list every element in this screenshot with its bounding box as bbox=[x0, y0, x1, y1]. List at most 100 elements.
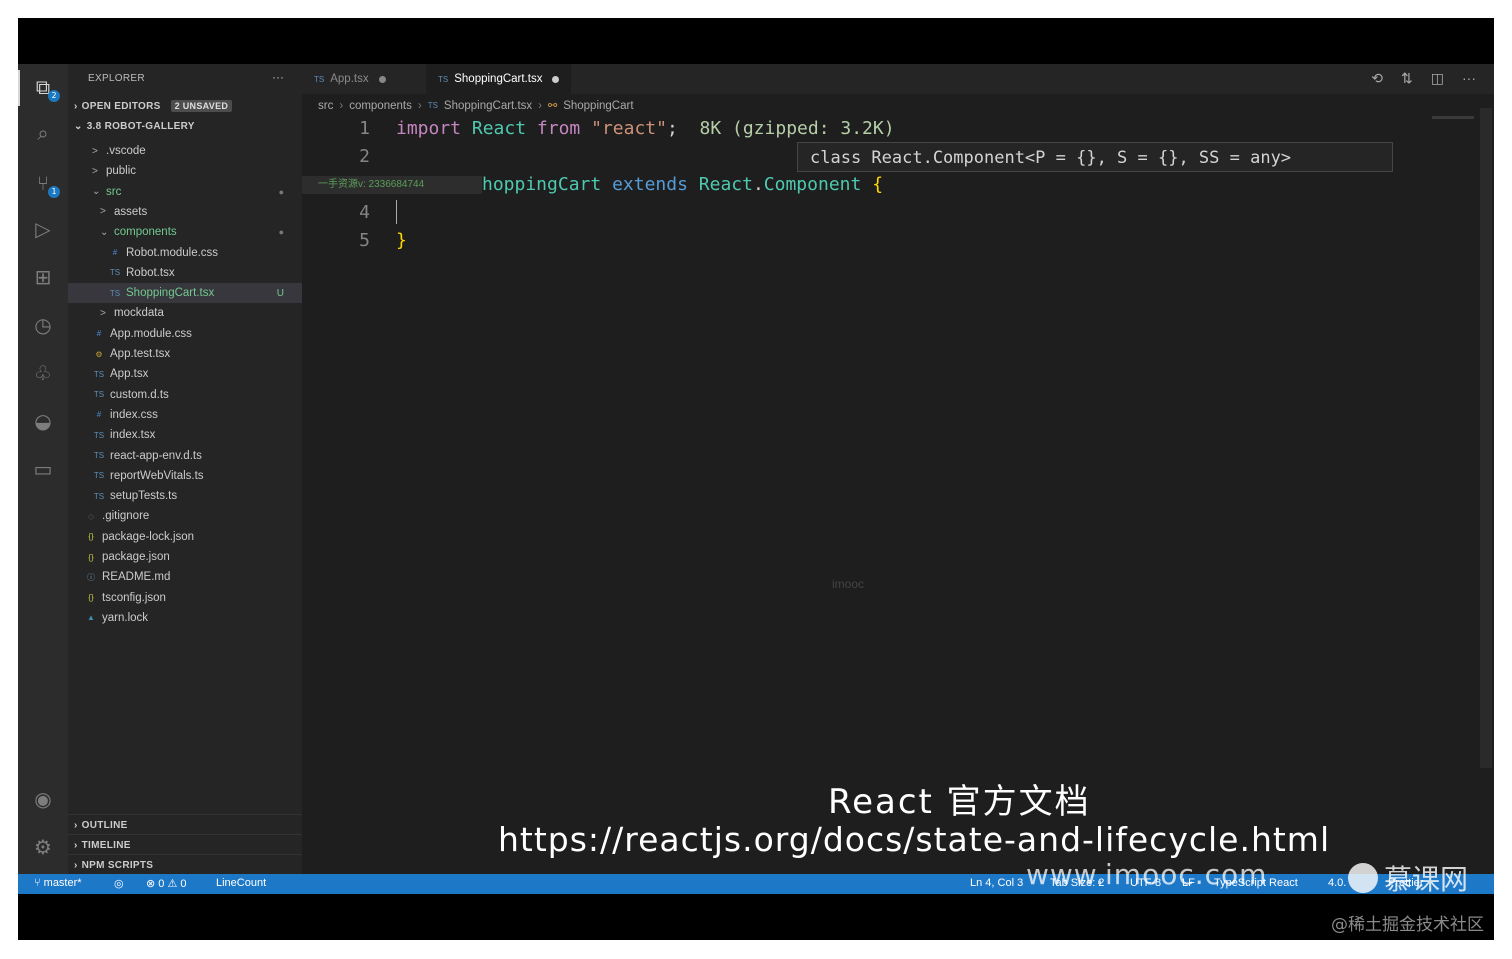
open-editors-section[interactable]: › OPEN EDITORS 2 UNSAVED bbox=[74, 100, 233, 112]
extensions-icon[interactable]: ⊞ bbox=[28, 262, 58, 292]
file-item[interactable]: TS App.tsx bbox=[68, 364, 302, 384]
json-file-icon: {} bbox=[88, 532, 94, 542]
line-number: 5 bbox=[359, 230, 370, 251]
chevron-right-icon: › bbox=[74, 839, 78, 851]
file-item[interactable]: TS Robot.tsx bbox=[68, 263, 302, 283]
tree-item-label: package-lock.json bbox=[102, 530, 195, 543]
import-cost-annotation: 8K (gzipped: 3.2K) bbox=[699, 118, 895, 139]
file-item[interactable]: TS react-app-env.d.ts bbox=[68, 446, 302, 466]
folder-item[interactable]: > mockdata bbox=[68, 303, 302, 323]
unsaved-dot-icon[interactable] bbox=[552, 75, 560, 83]
test-file-icon: ⚙ bbox=[95, 349, 103, 359]
more-actions-icon[interactable]: ··· bbox=[272, 70, 284, 84]
file-item[interactable]: ◇ .gitignore bbox=[68, 506, 302, 526]
code-line-1[interactable]: import React from "react"; 8K (gzipped: … bbox=[396, 118, 895, 139]
file-item[interactable]: {} tsconfig.json bbox=[68, 588, 302, 608]
tree-item-label: components bbox=[114, 226, 177, 239]
file-item[interactable]: ⚙ App.test.tsx bbox=[68, 344, 302, 364]
timeline-icon[interactable]: ◷ bbox=[28, 310, 58, 340]
keyword-from: from bbox=[536, 118, 581, 139]
logo-mark-icon bbox=[1348, 863, 1378, 893]
breadcrumb-src[interactable]: src bbox=[318, 100, 333, 112]
folder-item[interactable]: > public bbox=[68, 161, 302, 181]
folder-item[interactable]: ⌄ components ● bbox=[68, 222, 302, 242]
docker-icon[interactable]: ◒ bbox=[28, 406, 58, 436]
tab-shoppingcart-tsx[interactable]: TS ShoppingCart.tsx bbox=[426, 64, 572, 94]
source-control-icon[interactable]: ⑂ 1 bbox=[28, 168, 60, 198]
project-section[interactable]: ⌄ 3.8 ROBOT-GALLERY bbox=[74, 121, 195, 132]
account-icon[interactable]: ◉ bbox=[28, 784, 58, 814]
tree-item-label: mockdata bbox=[114, 307, 164, 320]
notebook-icon[interactable]: ▭ bbox=[28, 454, 58, 484]
file-item[interactable]: TS custom.d.ts bbox=[68, 385, 302, 405]
minimap[interactable] bbox=[1432, 116, 1474, 119]
file-item[interactable]: ▲ yarn.lock bbox=[68, 608, 302, 628]
identifier-react: React bbox=[698, 174, 753, 195]
ts-file-icon: TS bbox=[93, 430, 105, 440]
ts-version-status[interactable]: 4.0. bbox=[1328, 877, 1346, 889]
code-line-3[interactable]: hoppingCart extends React.Component { bbox=[482, 174, 883, 195]
split-editor-icon[interactable]: ◫ bbox=[1431, 70, 1444, 87]
keyword-import: import bbox=[396, 118, 462, 139]
folder-item[interactable]: > .vscode bbox=[68, 141, 302, 161]
settings-gear-icon[interactable]: ⚙ bbox=[28, 832, 58, 862]
file-item[interactable]: TS reportWebVitals.ts bbox=[68, 466, 302, 486]
cursor-position[interactable]: Ln 4, Col 3 bbox=[970, 877, 1023, 889]
tree-icon[interactable]: ♧ bbox=[28, 358, 58, 388]
file-item[interactable]: TS ShoppingCart.tsx U bbox=[68, 283, 302, 304]
npm-scripts-section[interactable]: › NPM SCRIPTS bbox=[68, 854, 302, 875]
unsaved-dot-icon[interactable] bbox=[378, 75, 386, 83]
explorer-icon[interactable]: ⧉ 2 bbox=[28, 72, 60, 102]
file-item[interactable]: {} package-lock.json bbox=[68, 527, 302, 547]
modified-dot-icon: ● bbox=[278, 227, 284, 238]
file-item[interactable]: # index.css bbox=[68, 405, 302, 425]
more-actions-icon[interactable]: ··· bbox=[1462, 70, 1476, 87]
breadcrumb-file[interactable]: ShoppingCart.tsx bbox=[444, 100, 532, 112]
sync-icon[interactable]: ◎ bbox=[114, 877, 124, 890]
compare-changes-icon[interactable]: ⇅ bbox=[1401, 70, 1413, 87]
folder-item[interactable]: ⌄ src ● bbox=[68, 182, 302, 202]
file-item[interactable]: {} package.json bbox=[68, 547, 302, 567]
file-item[interactable]: # App.module.css bbox=[68, 324, 302, 344]
errors-count: ⊗ 0 bbox=[146, 878, 165, 890]
file-item[interactable]: ⓘ README.md bbox=[68, 567, 302, 587]
typescript-file-icon: TS bbox=[427, 101, 438, 110]
json-file-icon: {} bbox=[88, 552, 94, 562]
chevron-right-icon: › bbox=[538, 99, 542, 112]
chevron-right-icon: › bbox=[74, 819, 78, 831]
file-item[interactable]: TS setupTests.ts bbox=[68, 486, 302, 506]
ts-file-icon: TS bbox=[109, 288, 121, 298]
typescript-file-icon: TS bbox=[314, 74, 325, 84]
folder-item[interactable]: > assets bbox=[68, 202, 302, 222]
tab-app-tsx[interactable]: TS App.tsx bbox=[302, 64, 438, 94]
timeline-section[interactable]: › TIMELINE bbox=[68, 834, 302, 855]
search-icon[interactable]: ⌕ bbox=[28, 118, 58, 148]
logo-text: 慕课网 bbox=[1384, 863, 1469, 896]
open-editors-label: OPEN EDITORS bbox=[81, 100, 161, 112]
file-item[interactable]: TS index.tsx bbox=[68, 425, 302, 445]
semicolon: ; bbox=[666, 118, 678, 139]
breadcrumb-components[interactable]: components bbox=[349, 100, 412, 112]
branch-status[interactable]: ⑂ master* bbox=[34, 877, 82, 889]
open-brace: { bbox=[872, 174, 884, 195]
ts-file-icon: TS bbox=[93, 471, 105, 481]
tree-item-label: App.test.tsx bbox=[110, 348, 171, 360]
outline-section[interactable]: › OUTLINE bbox=[68, 814, 302, 835]
explorer-title: EXPLORER bbox=[88, 73, 145, 84]
tree-item-label: setupTests.ts bbox=[110, 490, 178, 503]
info-file-icon: ⓘ bbox=[87, 572, 95, 582]
class-name-partial: hoppingCart bbox=[482, 174, 602, 195]
css-file-icon: # bbox=[96, 329, 102, 339]
breadcrumb-symbol[interactable]: ShoppingCart bbox=[563, 100, 633, 112]
line-number: 1 bbox=[359, 118, 370, 139]
problems-status[interactable]: ⊗ 0 ⚠ 0 bbox=[146, 877, 187, 890]
linecount-status[interactable]: LineCount bbox=[216, 877, 266, 889]
vertical-scrollbar[interactable] bbox=[1480, 108, 1492, 768]
file-item[interactable]: # Robot.module.css bbox=[68, 243, 302, 263]
chevron-right-icon: > bbox=[100, 206, 106, 218]
chevron-right-icon: › bbox=[339, 99, 344, 112]
credit-watermark: @稀土掘金技术社区 bbox=[1331, 915, 1484, 935]
history-icon[interactable]: ⟲ bbox=[1371, 70, 1383, 87]
code-line-5[interactable]: } bbox=[396, 230, 407, 251]
run-debug-icon[interactable]: ▷ bbox=[28, 214, 58, 244]
